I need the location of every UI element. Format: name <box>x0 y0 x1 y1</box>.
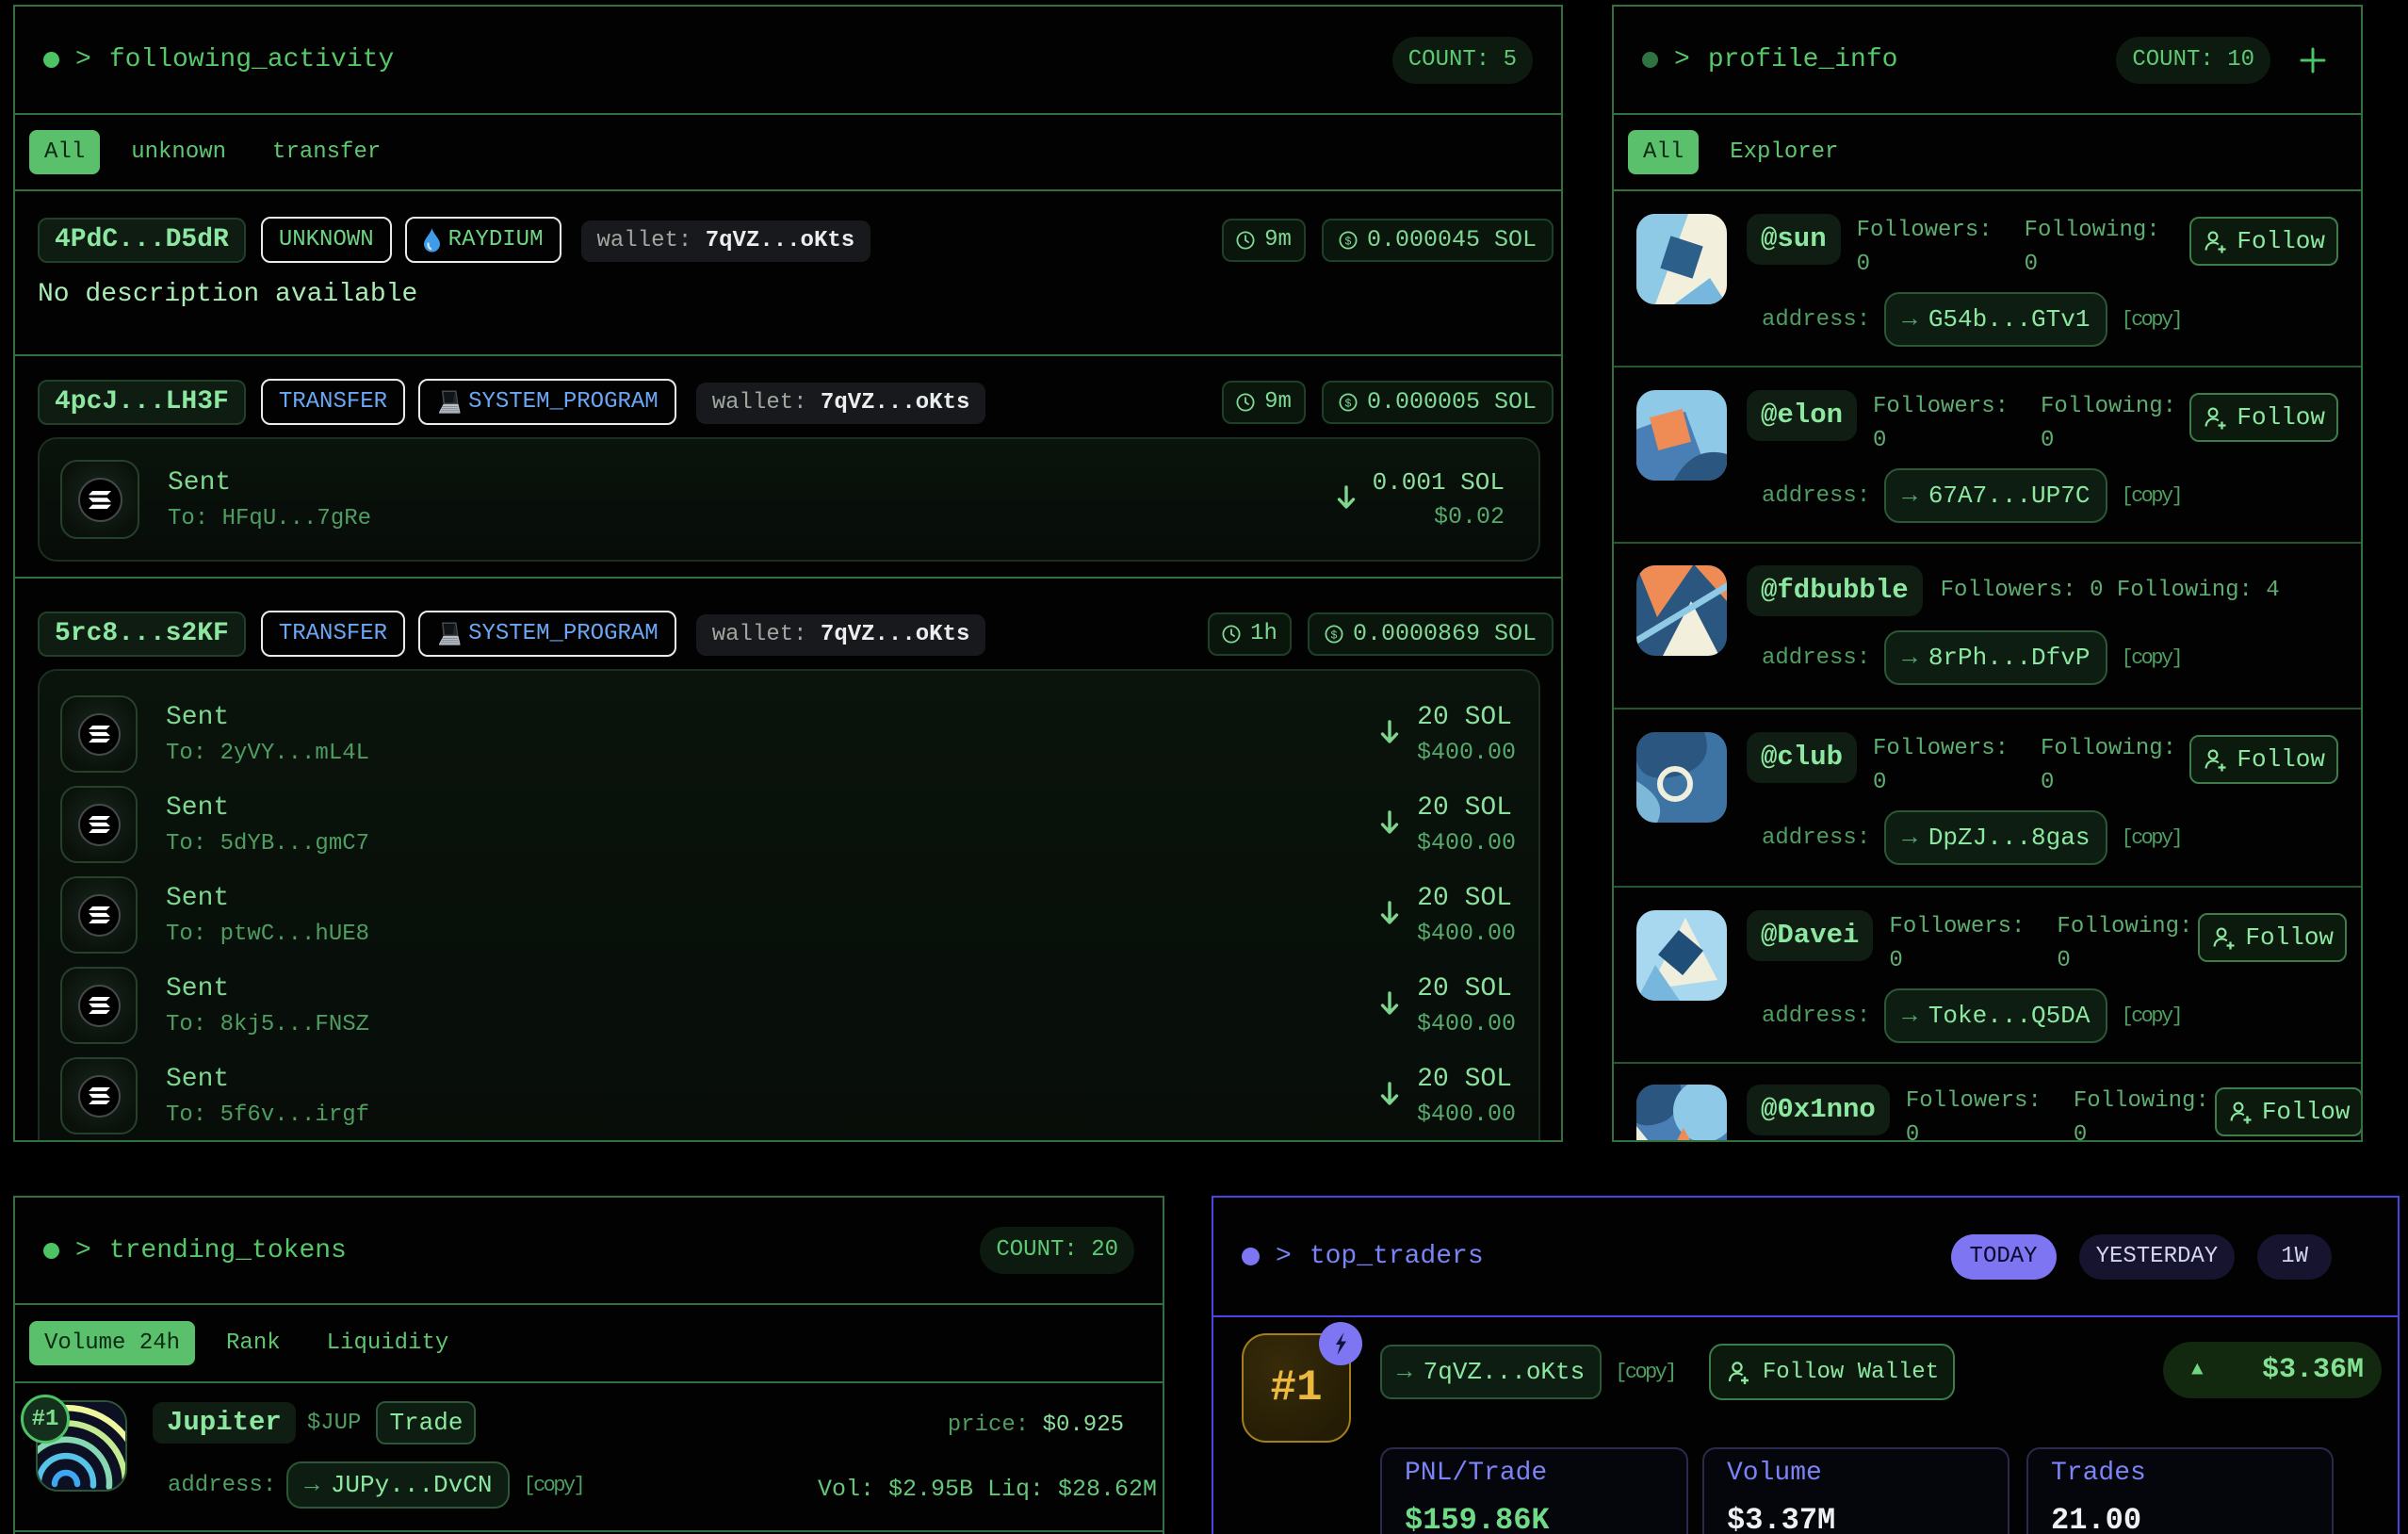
svg-text:$: $ <box>1330 628 1337 642</box>
svg-text:$: $ <box>1344 235 1351 248</box>
svg-text:$: $ <box>1344 397 1351 410</box>
